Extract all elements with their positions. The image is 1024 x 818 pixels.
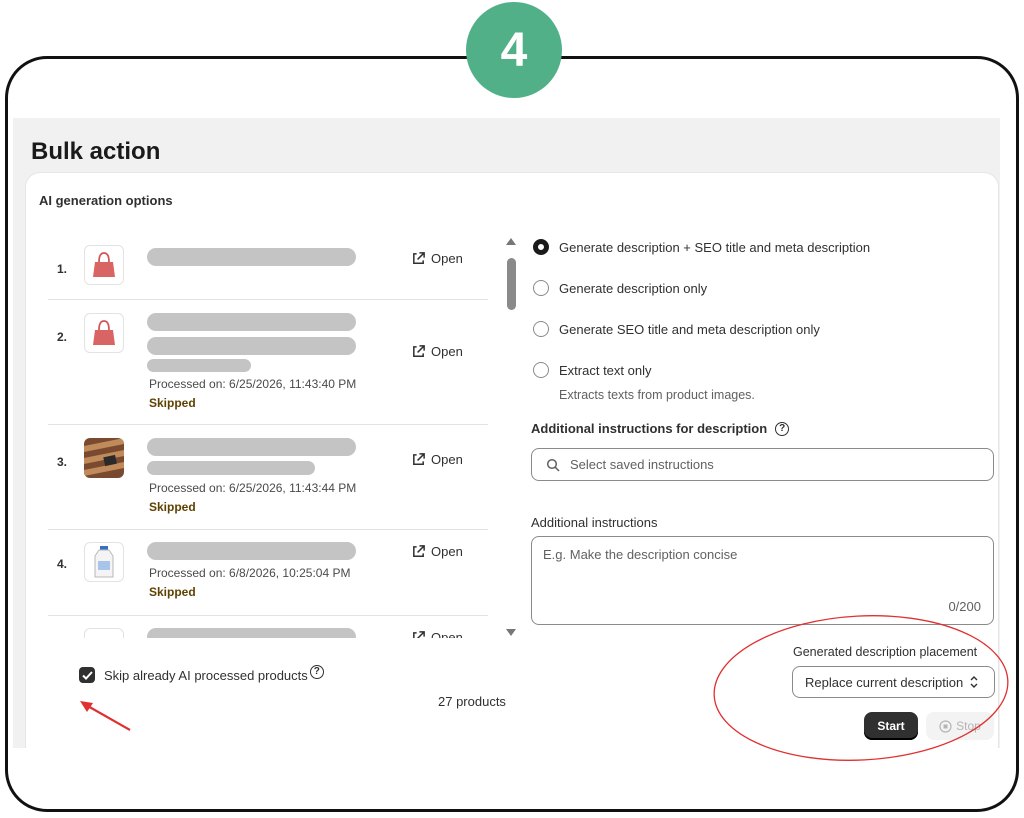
additional-instructions-label: Additional instructions [531,515,658,530]
status-text: Skipped [149,500,196,514]
open-label: Open [431,544,463,559]
radio[interactable] [533,362,549,378]
open-link[interactable]: Open [411,630,463,638]
processed-date: Processed on: 6/25/2026, 11:43:40 PM [149,377,357,391]
radio-selected[interactable] [533,239,549,255]
scrollbar-thumb[interactable] [507,258,516,310]
product-thumbnail [84,628,124,638]
open-link[interactable]: Open [411,251,463,266]
list-item: 4. Processed on: 6/8/2026, 10:25:04 PM S… [48,530,488,616]
additional-instructions-textarea[interactable]: E.g. Make the description concise 0/200 [531,536,994,625]
radio[interactable] [533,280,549,296]
search-placeholder: Select saved instructions [570,457,714,472]
item-index: 4. [57,557,68,571]
start-button[interactable]: Start [864,712,918,740]
saved-instructions-search[interactable]: Select saved instructions [531,448,994,481]
external-link-icon [413,631,425,638]
external-link-icon [413,345,425,357]
instructions-heading-text: Additional instructions for description [531,421,768,436]
item-index: 1. [57,262,68,276]
select-chevron-icon [970,676,978,688]
option-description-seo[interactable]: Generate description + SEO title and met… [533,239,870,255]
open-link[interactable]: Open [411,544,463,559]
processed-date: Processed on: 6/25/2026, 11:43:44 PM [149,481,357,495]
products-count: 27 products [438,694,506,709]
card-title: AI generation options [39,193,173,208]
open-label: Open [431,344,463,359]
redacted-title [147,542,356,560]
ai-options-card: AI generation options 1. Open 2. Process… [26,173,998,748]
list-item: 2. Processed on: 6/25/2026, 11:43:40 PM … [48,300,488,425]
textarea-placeholder: E.g. Make the description concise [543,547,738,562]
item-index: 3. [57,455,68,469]
stop-label: Stop [956,719,981,733]
status-text: Skipped [149,396,196,410]
help-icon[interactable]: ? [775,421,790,436]
scroll-up-arrow[interactable] [506,238,516,245]
redacted-title [147,461,315,475]
radio[interactable] [533,321,549,337]
open-label: Open [431,452,463,467]
search-icon [546,458,560,472]
open-link[interactable]: Open [411,452,463,467]
skip-label: Skip already AI processed products [104,667,308,683]
redacted-title [147,628,356,638]
redacted-title [147,313,356,331]
page-title: Bulk action [31,138,161,165]
option-label: Generate description + SEO title and met… [559,239,871,255]
help-icon[interactable]: ? [309,665,324,679]
app-window: Bulk action AI generation options 1. Ope… [13,118,1000,748]
redacted-title [147,438,356,456]
placement-select[interactable]: Replace current description [792,666,995,698]
product-thumbnail [84,542,124,582]
list-item: 3. Processed on: 6/25/2026, 11:43:44 PM … [48,425,488,530]
status-text: Skipped [149,585,196,599]
option-extract-text[interactable]: Extract text only [533,362,651,378]
redacted-title [147,248,356,266]
option-label: Generate description only [559,280,708,296]
placement-label: Generated description placement [793,645,978,659]
checkmark-icon [81,670,93,680]
skip-processed-checkbox-row[interactable]: Skip already AI processed products ? [79,665,324,683]
option-sublabel: Extracts texts from product images. [559,388,755,402]
redacted-title [147,337,356,355]
open-label: Open [431,251,463,266]
processed-date: Processed on: 6/8/2026, 10:25:04 PM [149,566,351,580]
instructions-heading: Additional instructions for description … [531,421,790,436]
option-label: Extract text only [559,362,652,378]
placement-value: Replace current description [805,674,964,690]
option-seo-only[interactable]: Generate SEO title and meta description … [533,321,820,337]
product-thumbnail [84,313,124,353]
step-badge: 4 [466,2,562,98]
item-index: 2. [57,330,68,344]
stop-button[interactable]: Stop [926,712,994,740]
list-item: Open [48,616,488,638]
open-link[interactable]: Open [411,344,463,359]
char-count: 0/200 [948,599,981,614]
option-description-only[interactable]: Generate description only [533,280,707,296]
list-item: 1. Open [48,228,488,300]
product-list[interactable]: 1. Open 2. Processed on: 6/25/2026, 11:4… [48,228,488,638]
checkbox-checked[interactable] [79,667,95,683]
external-link-icon [413,453,425,465]
open-label: Open [431,630,463,638]
stop-icon [939,719,952,733]
external-link-icon [413,545,425,557]
scroll-down-arrow[interactable] [506,629,516,636]
product-thumbnail [84,245,124,285]
product-thumbnail [84,438,124,478]
external-link-icon [413,252,425,264]
option-label: Generate SEO title and meta description … [559,321,820,337]
redacted-title [147,359,251,372]
